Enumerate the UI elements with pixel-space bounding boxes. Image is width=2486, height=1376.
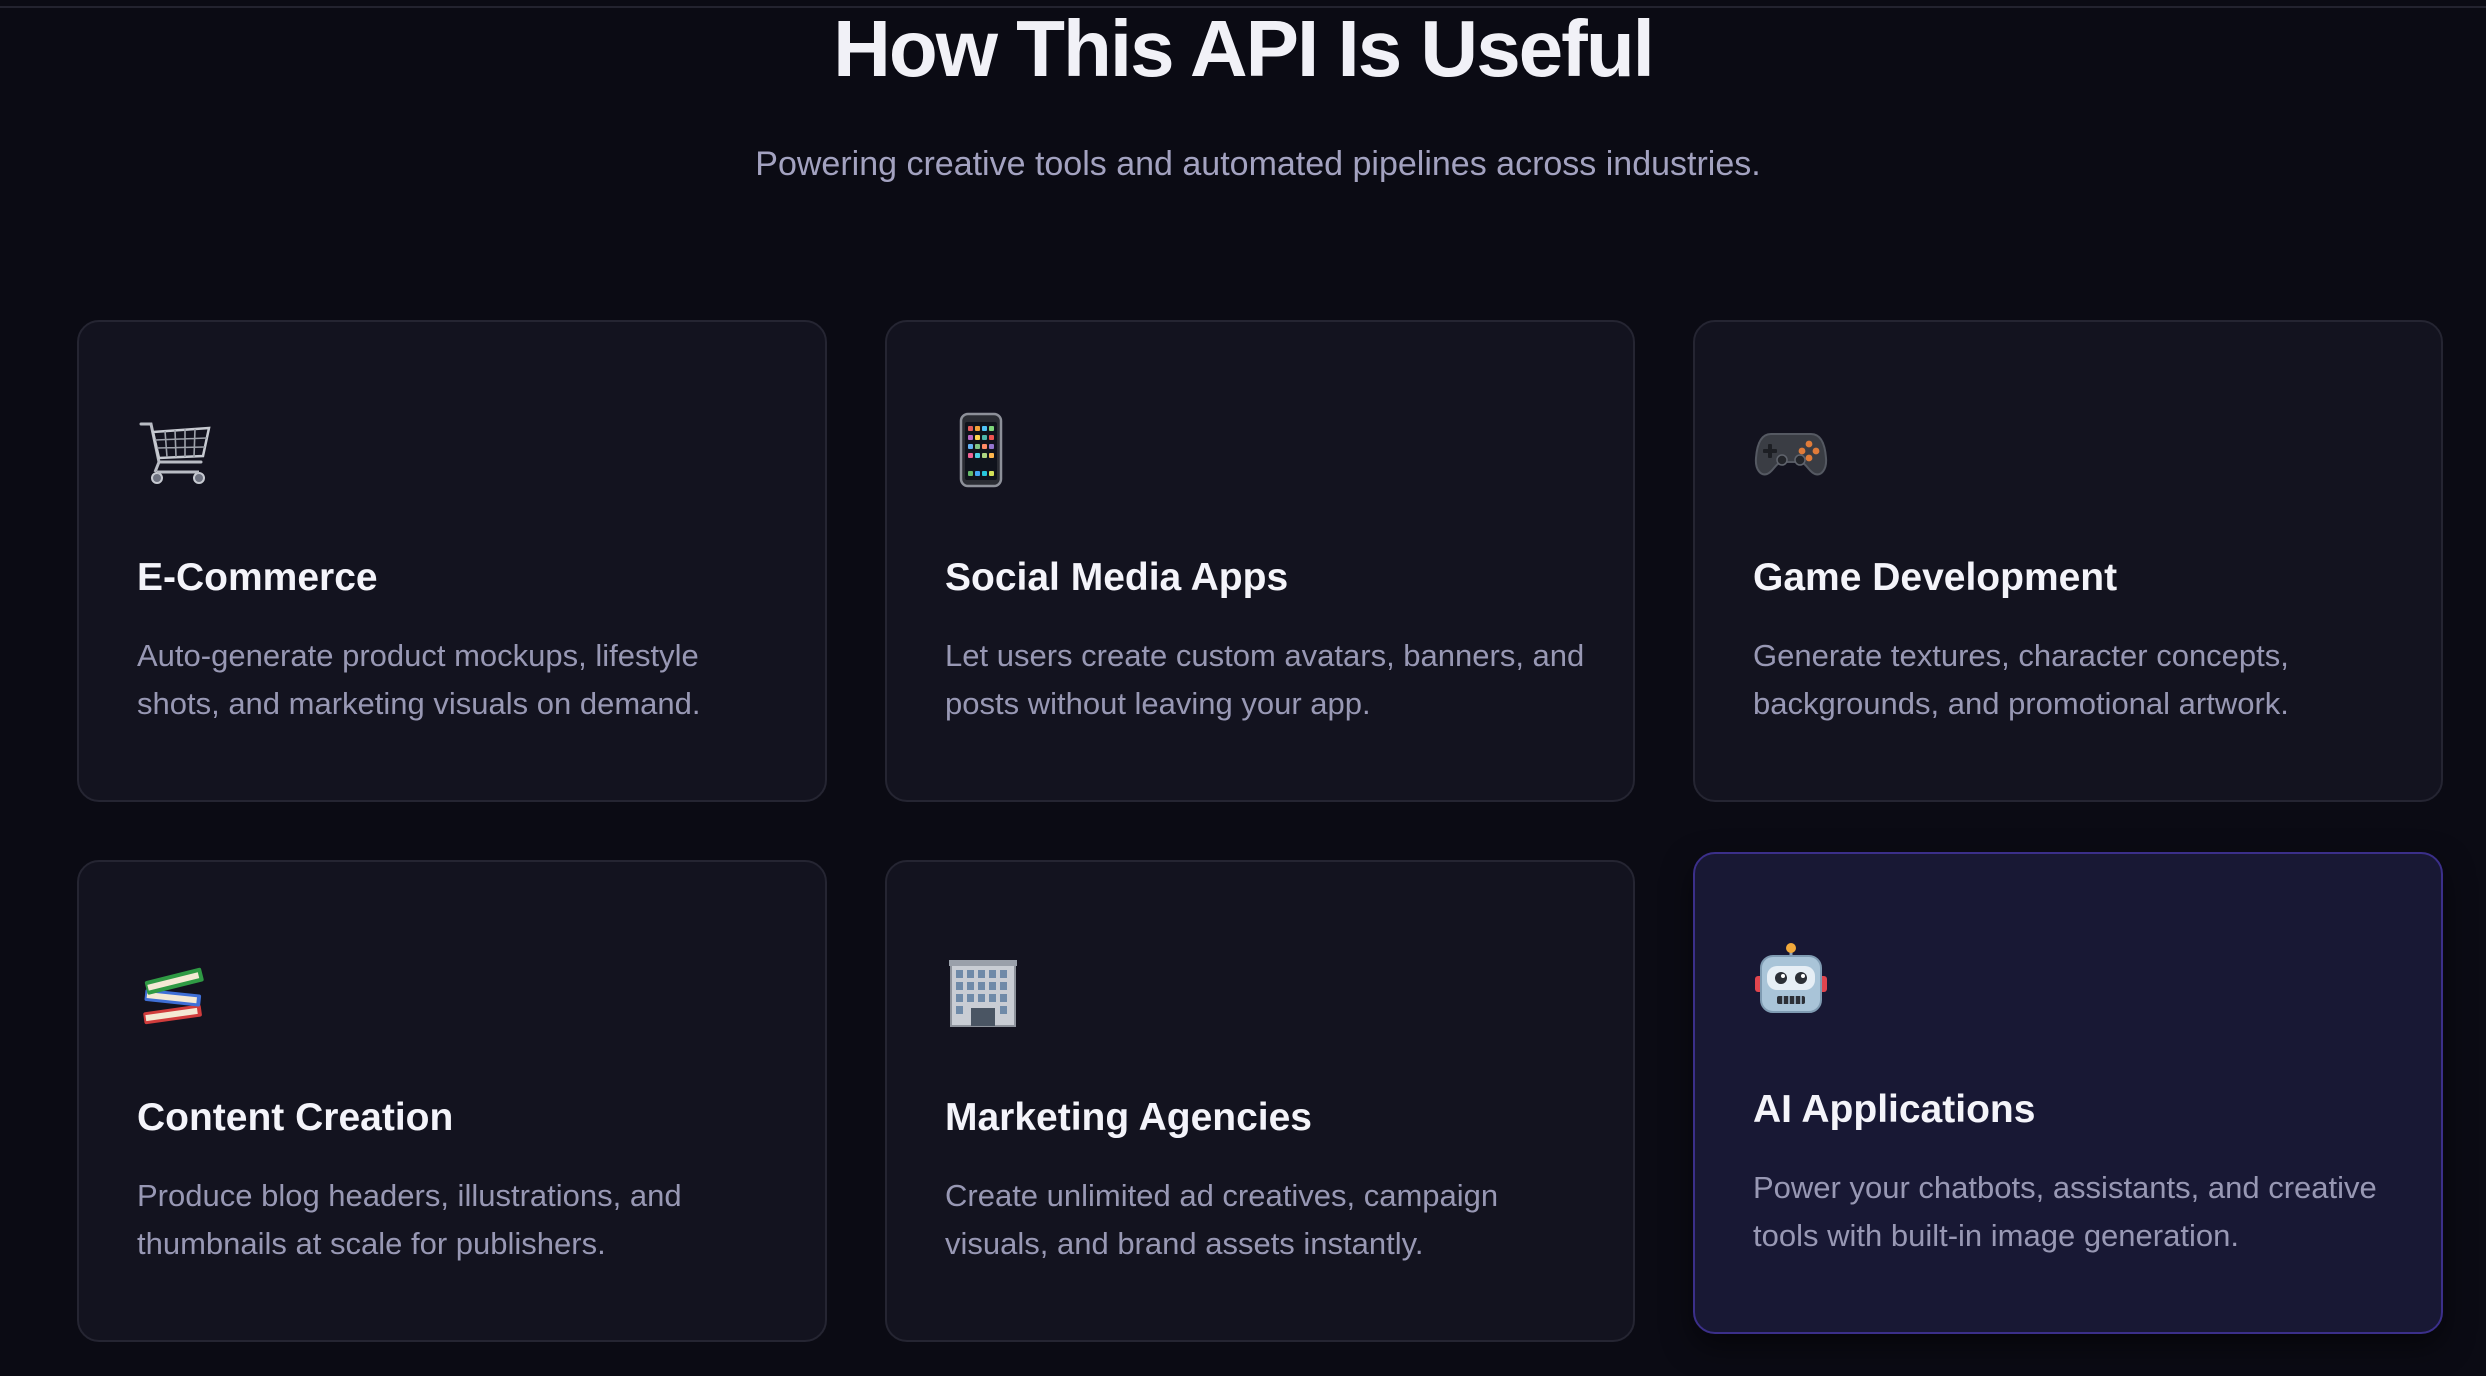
books-icon	[143, 967, 204, 1025]
card-title: AI Applications	[1753, 1088, 2036, 1131]
card-title: Content Creation	[137, 1096, 454, 1139]
section-title: How This API Is Useful	[833, 4, 1655, 93]
card-title: E-Commerce	[137, 556, 378, 599]
card-description: Generate textures, character concepts, b…	[1753, 638, 2289, 721]
robot-icon	[1755, 943, 1827, 1013]
office-building-icon	[949, 960, 1017, 1027]
card-description: Let users create custom avatars, banners…	[945, 638, 1585, 721]
game-controller-icon	[1754, 433, 1828, 476]
card-title: Game Development	[1753, 556, 2118, 599]
card-description: Power your chatbots, assistants, and cre…	[1753, 1170, 2377, 1253]
card-title: Social Media Apps	[945, 556, 1289, 599]
card-marketing-agencies[interactable]: Marketing Agencies Create unlimited ad c…	[885, 860, 1635, 1342]
use-cases-section: How This API Is Useful Powering creative…	[0, 0, 2486, 1376]
card-title: Marketing Agencies	[945, 1096, 1312, 1139]
card-ai-applications[interactable]: AI Applications Power your chatbots, ass…	[1693, 852, 2443, 1334]
card-description: Auto-generate product mockups, lifestyle…	[137, 638, 701, 721]
shopping-cart-icon	[139, 422, 211, 484]
mobile-phone-icon	[959, 412, 1003, 488]
card-description: Produce blog headers, illustrations, and…	[137, 1178, 682, 1261]
card-content-creation[interactable]: Content Creation Produce blog headers, i…	[77, 860, 827, 1342]
card-social-media-apps[interactable]: Social Media Apps Let users create custo…	[885, 320, 1635, 802]
card-e-commerce[interactable]: E-Commerce Auto-generate product mockups…	[77, 320, 827, 802]
card-game-development[interactable]: Game Development Generate textures, char…	[1693, 320, 2443, 802]
card-description: Create unlimited ad creatives, campaign …	[945, 1178, 1499, 1261]
section-subtitle: Powering creative tools and automated pi…	[755, 145, 1761, 183]
